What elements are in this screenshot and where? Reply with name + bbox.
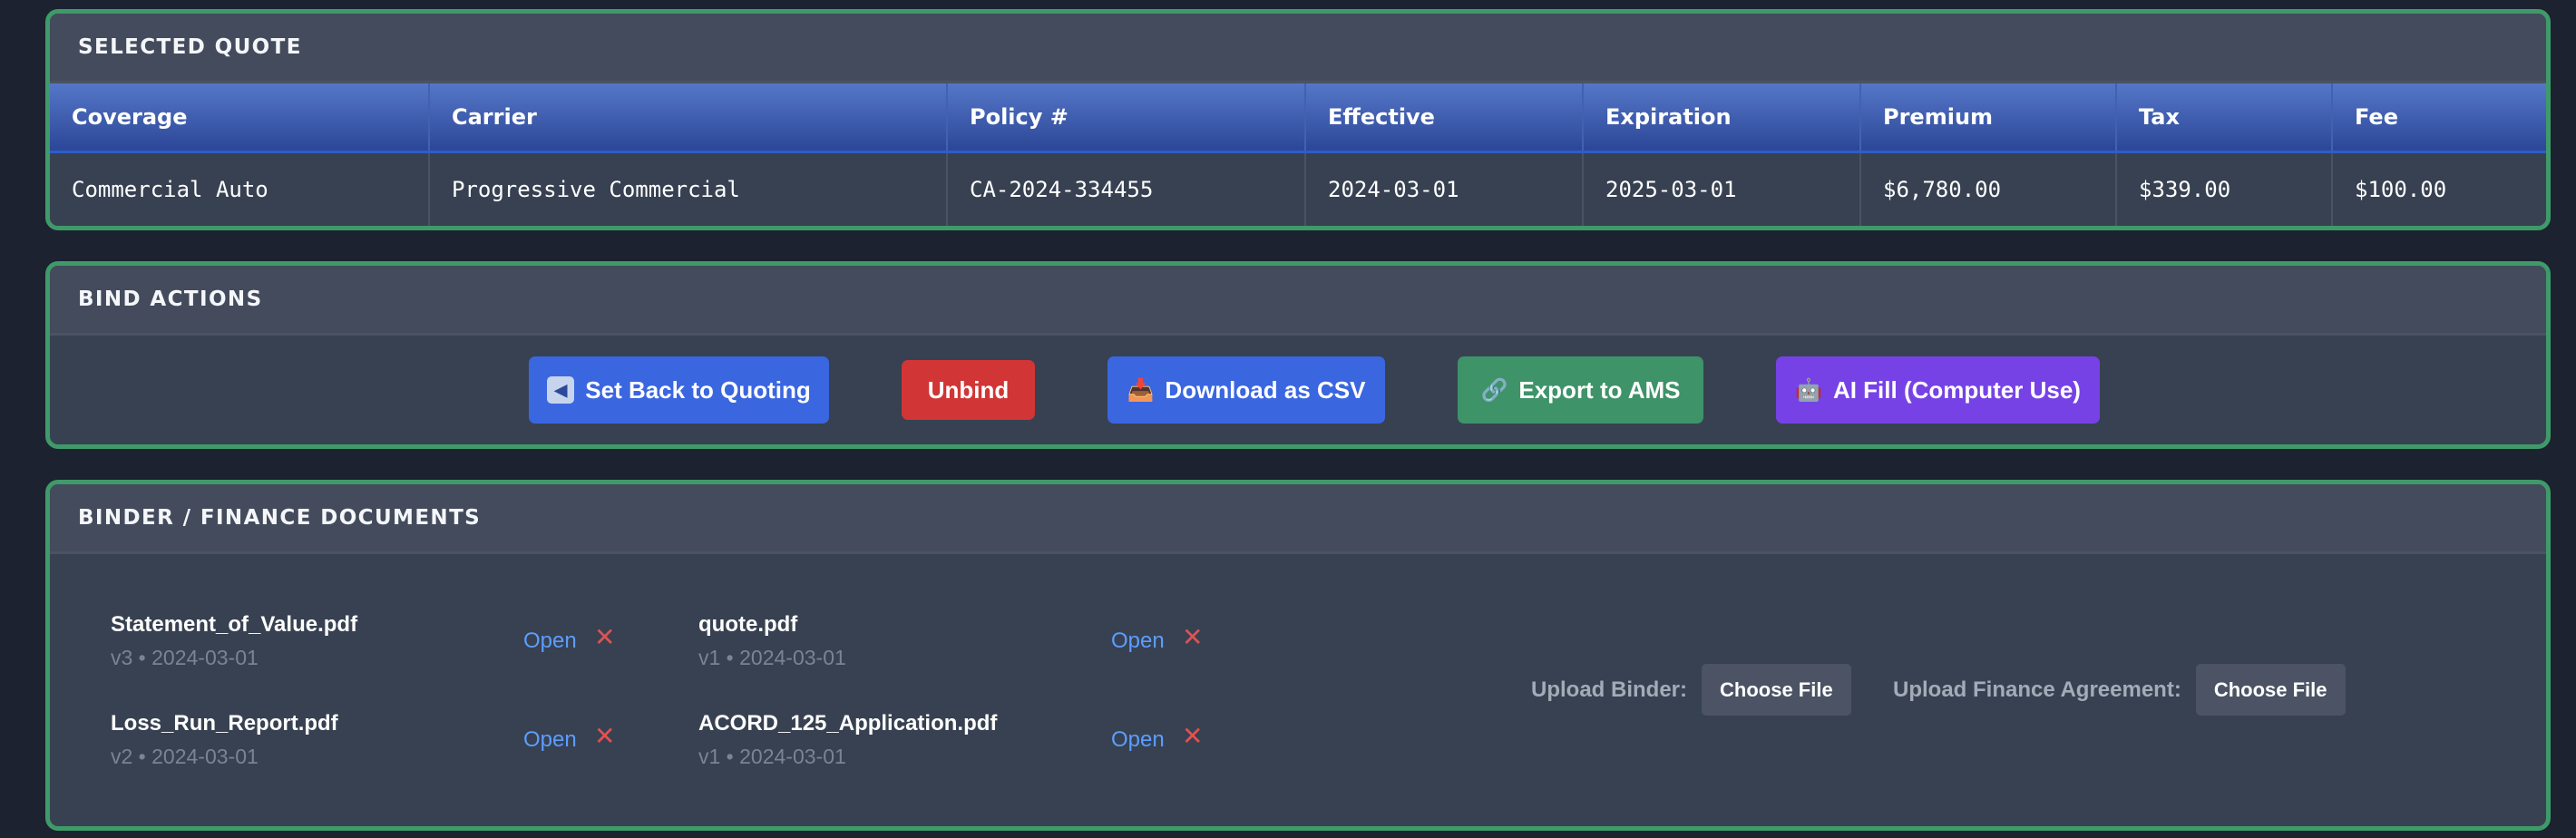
inbox-tray-icon: 📥	[1127, 377, 1155, 403]
upload-finance-label: Upload Finance Agreement:	[1893, 677, 2181, 702]
column-expiration: Expiration	[1583, 83, 1861, 153]
download-csv-label: Download as CSV	[1165, 375, 1366, 404]
delete-icon[interactable]: ✕	[1182, 625, 1203, 650]
column-fee: Fee	[2332, 83, 2546, 153]
column-coverage: Coverage	[50, 83, 430, 153]
ai-fill-button[interactable]: 🤖 AI Fill (Computer Use)	[1776, 356, 2100, 424]
column-premium: Premium	[1860, 83, 2117, 153]
cell-premium: $6,780.00	[1860, 151, 2117, 226]
ai-fill-label: AI Fill (Computer Use)	[1832, 375, 2081, 404]
quote-table-header-row: Coverage Carrier Policy # Effective Expi…	[50, 83, 2546, 153]
download-csv-button[interactable]: 📥 Download as CSV	[1107, 356, 1385, 424]
list-item: ACORD_125_Application.pdf v1 • 2024-03-0…	[698, 711, 1279, 784]
cell-fee: $100.00	[2332, 151, 2546, 226]
delete-icon[interactable]: ✕	[594, 724, 615, 749]
list-item: Loss_Run_Report.pdf v2 • 2024-03-01 Open…	[111, 711, 691, 784]
column-tax: Tax	[2116, 83, 2333, 153]
quote-table: Coverage Carrier Policy # Effective Expi…	[50, 83, 2546, 226]
cell-expiration: 2025-03-01	[1583, 151, 1861, 226]
export-ams-label: Export to AMS	[1518, 375, 1681, 404]
document-name: Statement_of_Value.pdf	[111, 612, 358, 637]
list-item: Statement_of_Value.pdf v3 • 2024-03-01 O…	[111, 612, 691, 685]
cell-carrier: Progressive Commercial	[429, 151, 948, 226]
set-back-to-quoting-button[interactable]: ◀ Set Back to Quoting	[529, 356, 829, 424]
selected-quote-card: SELECTED QUOTE Coverage Carrier Policy #…	[45, 9, 2551, 230]
selected-quote-header: SELECTED QUOTE	[50, 14, 2546, 83]
open-document-link[interactable]: Open	[1111, 727, 1165, 753]
export-to-ams-button[interactable]: 🔗 Export to AMS	[1458, 356, 1703, 424]
robot-icon: 🤖	[1795, 377, 1822, 403]
back-arrow-icon: ◀	[547, 376, 575, 404]
document-meta: v1 • 2024-03-01	[698, 646, 846, 669]
delete-icon[interactable]: ✕	[1182, 724, 1203, 749]
unbind-label: Unbind	[927, 375, 1010, 404]
delete-icon[interactable]: ✕	[594, 625, 615, 650]
cell-effective: 2024-03-01	[1305, 151, 1584, 226]
document-name: Loss_Run_Report.pdf	[111, 711, 338, 736]
upload-finance-group: Upload Finance Agreement: Choose File	[1893, 664, 2346, 716]
open-document-link[interactable]: Open	[523, 727, 577, 753]
cell-tax: $339.00	[2116, 151, 2333, 226]
page: SELECTED QUOTE Coverage Carrier Policy #…	[0, 0, 2576, 838]
documents-body: Statement_of_Value.pdf v3 • 2024-03-01 O…	[50, 554, 2546, 826]
column-effective: Effective	[1305, 83, 1584, 153]
column-carrier: Carrier	[429, 83, 948, 153]
upload-binder-group: Upload Binder: Choose File	[1531, 664, 1851, 716]
link-icon: 🔗	[1480, 377, 1508, 403]
document-name: ACORD_125_Application.pdf	[698, 711, 998, 736]
documents-header: BINDER / FINANCE DOCUMENTS	[50, 484, 2546, 554]
list-item: quote.pdf v1 • 2024-03-01 Open ✕	[698, 612, 1279, 685]
bind-actions-header: BIND ACTIONS	[50, 266, 2546, 336]
upload-binder-choose-file-button[interactable]: Choose File	[1702, 664, 1851, 716]
open-document-link[interactable]: Open	[523, 628, 577, 654]
set-back-label: Set Back to Quoting	[585, 375, 811, 404]
bind-actions-toolbar: ◀ Set Back to Quoting Unbind 📥 Download …	[50, 336, 2546, 444]
cell-policy-number: CA-2024-334455	[947, 151, 1306, 226]
document-meta: v3 • 2024-03-01	[111, 646, 259, 669]
bind-actions-card: BIND ACTIONS ◀ Set Back to Quoting Unbin…	[45, 261, 2551, 449]
cell-coverage: Commercial Auto	[50, 151, 430, 226]
table-row: Commercial Auto Progressive Commercial C…	[50, 151, 2546, 226]
open-document-link[interactable]: Open	[1111, 628, 1165, 654]
upload-binder-label: Upload Binder:	[1531, 677, 1687, 702]
upload-finance-choose-file-button[interactable]: Choose File	[2195, 664, 2346, 716]
column-policy-number: Policy #	[947, 83, 1306, 153]
binder-finance-documents-card: BINDER / FINANCE DOCUMENTS Statement_of_…	[45, 480, 2551, 831]
document-meta: v2 • 2024-03-01	[111, 745, 259, 768]
unbind-button[interactable]: Unbind	[902, 360, 1035, 420]
document-meta: v1 • 2024-03-01	[698, 745, 846, 768]
document-name: quote.pdf	[698, 612, 798, 637]
